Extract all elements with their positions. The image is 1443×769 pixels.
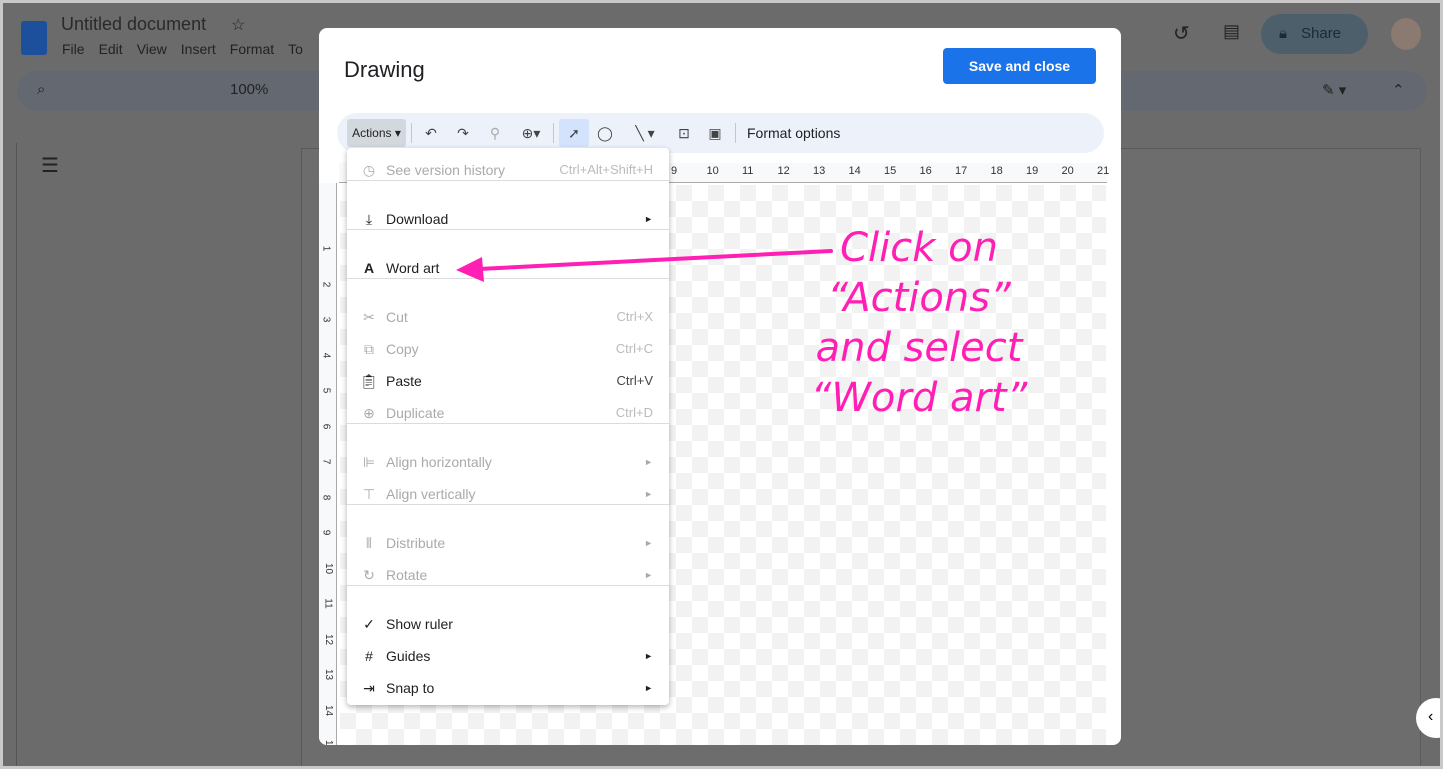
zoom-select[interactable]: 100% — [230, 81, 268, 98]
collapse-icon[interactable]: ⌃ — [1392, 81, 1405, 99]
annotation-line: Click on — [840, 225, 998, 271]
share-label: Share — [1301, 25, 1342, 42]
annotation-text: Click on “Actions” and select “Word art” — [769, 223, 1069, 423]
drawing-dialog: Drawing Save and close Actions ▾ ↶ ↷ ⚲ ⊕… — [319, 28, 1121, 745]
annotation-line: “Word art” — [810, 375, 1028, 421]
annotation-line: “Actions” — [827, 275, 1011, 321]
docs-vertical-ruler — [7, 143, 17, 766]
docs-menubar: File Edit View Insert Format To — [62, 41, 303, 57]
history-icon[interactable]: ↺ — [1173, 21, 1190, 46]
menu-view[interactable]: View — [137, 41, 167, 57]
docs-logo-icon — [21, 21, 47, 55]
lock-icon: 🔒︎ — [1279, 25, 1287, 42]
menu-file[interactable]: File — [62, 41, 85, 57]
annotation-line: and select — [815, 325, 1023, 371]
search-icon[interactable]: ⌕ — [37, 81, 45, 98]
document-title[interactable]: Untitled document — [61, 14, 206, 35]
star-icon[interactable]: ☆ — [231, 15, 245, 35]
share-button[interactable]: 🔒︎ Share — [1261, 14, 1368, 54]
outline-icon[interactable]: ☰ — [41, 153, 59, 178]
menu-insert[interactable]: Insert — [181, 41, 216, 57]
comment-icon[interactable]: ▤ — [1223, 21, 1240, 42]
menu-edit[interactable]: Edit — [99, 41, 123, 57]
menu-tools[interactable]: To — [288, 41, 303, 57]
avatar[interactable] — [1391, 18, 1421, 50]
pencil-icon[interactable]: ✎ ▾ — [1322, 81, 1346, 99]
menu-format[interactable]: Format — [230, 41, 274, 57]
docs-background: Untitled document ☆ File Edit View Inser… — [3, 3, 1440, 766]
